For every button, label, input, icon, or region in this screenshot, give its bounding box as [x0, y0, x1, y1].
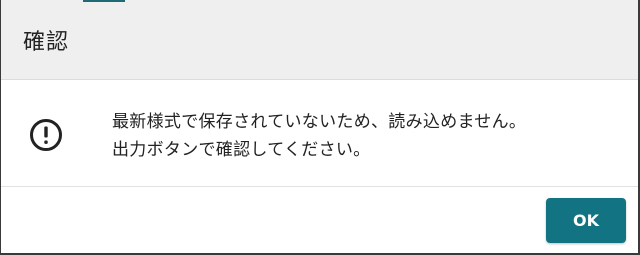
ok-button[interactable]: OK: [546, 198, 626, 243]
alert-circle-icon: [30, 119, 62, 151]
message-line-2: 出力ボタンで確認してください。: [112, 140, 371, 160]
dialog-title: 確認: [23, 29, 70, 55]
dialog-message: 最新様式で保存されていないため、読み込めません。 出力ボタンで確認してください。: [112, 108, 526, 164]
dialog-header: 確認: [1, 0, 638, 80]
confirm-dialog: 確認 最新様式で保存されていないため、読み込めません。 出力ボタンで確認してくだ…: [0, 0, 640, 255]
message-line-1: 最新様式で保存されていないため、読み込めません。: [112, 112, 527, 132]
top-accent-bar: [83, 0, 125, 2]
dialog-body: 最新様式で保存されていないため、読み込めません。 出力ボタンで確認してください。: [1, 80, 638, 187]
dialog-footer: OK: [1, 187, 638, 253]
